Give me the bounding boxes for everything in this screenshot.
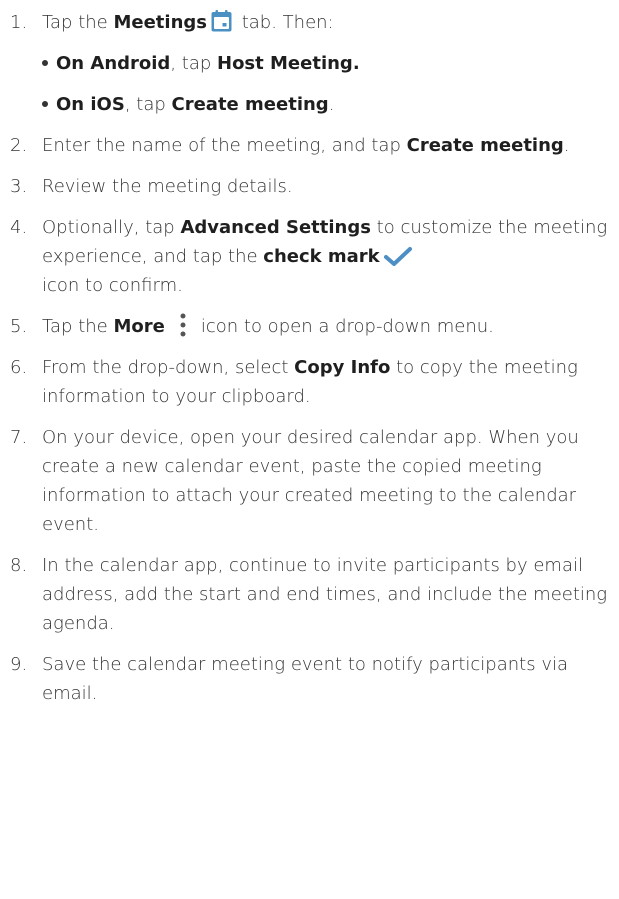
step-7: 7. On your device, open your desired cal…: [10, 423, 609, 539]
steps-list: 1. Tap the Meetings tab. Then: On Androi…: [10, 8, 609, 708]
bullet: [42, 100, 48, 107]
step-5: 5. Tap the More icon to open a drop-down …: [10, 312, 609, 341]
more-vertical-icon: [180, 313, 186, 337]
instructions-page: 1. Tap the Meetings tab. Then: On Androi…: [0, 0, 619, 899]
bullet: [42, 59, 48, 66]
step-number: 1.: [10, 12, 28, 33]
check-mark-icon: [383, 247, 412, 266]
step-3: 3. Review the meeting details.: [10, 172, 609, 201]
step-1: 1. Tap the Meetings tab. Then: On Androi…: [10, 8, 609, 119]
step-6: 6. From the drop-down, select Copy Info …: [10, 353, 609, 411]
step-number: 8.: [10, 555, 28, 576]
step-4: 4. Optionally, tap Advanced Settings to …: [10, 213, 609, 300]
step-number: 3.: [10, 176, 28, 197]
step-9: 9. Save the calendar meeting event to no…: [10, 650, 609, 708]
step-number: 7.: [10, 427, 28, 448]
sub-item-ios: On iOS, tap Create meeting.: [42, 90, 609, 119]
step-2: 2. Enter the name of the meeting, and ta…: [10, 131, 609, 160]
meetings-tab-label: Meetings: [113, 12, 207, 33]
calendar-icon: [211, 10, 232, 32]
step-number: 9.: [10, 654, 28, 675]
step-number: 2.: [10, 135, 28, 156]
step-8: 8. In the calendar app, continue to invi…: [10, 551, 609, 638]
sub-item-android: On Android, tap Host Meeting.: [42, 49, 609, 78]
step-number: 6.: [10, 357, 28, 378]
platform-sublist: On Android, tap Host Meeting. On iOS, ta…: [42, 49, 609, 119]
step-number: 4.: [10, 217, 28, 238]
step-number: 5.: [10, 316, 28, 337]
